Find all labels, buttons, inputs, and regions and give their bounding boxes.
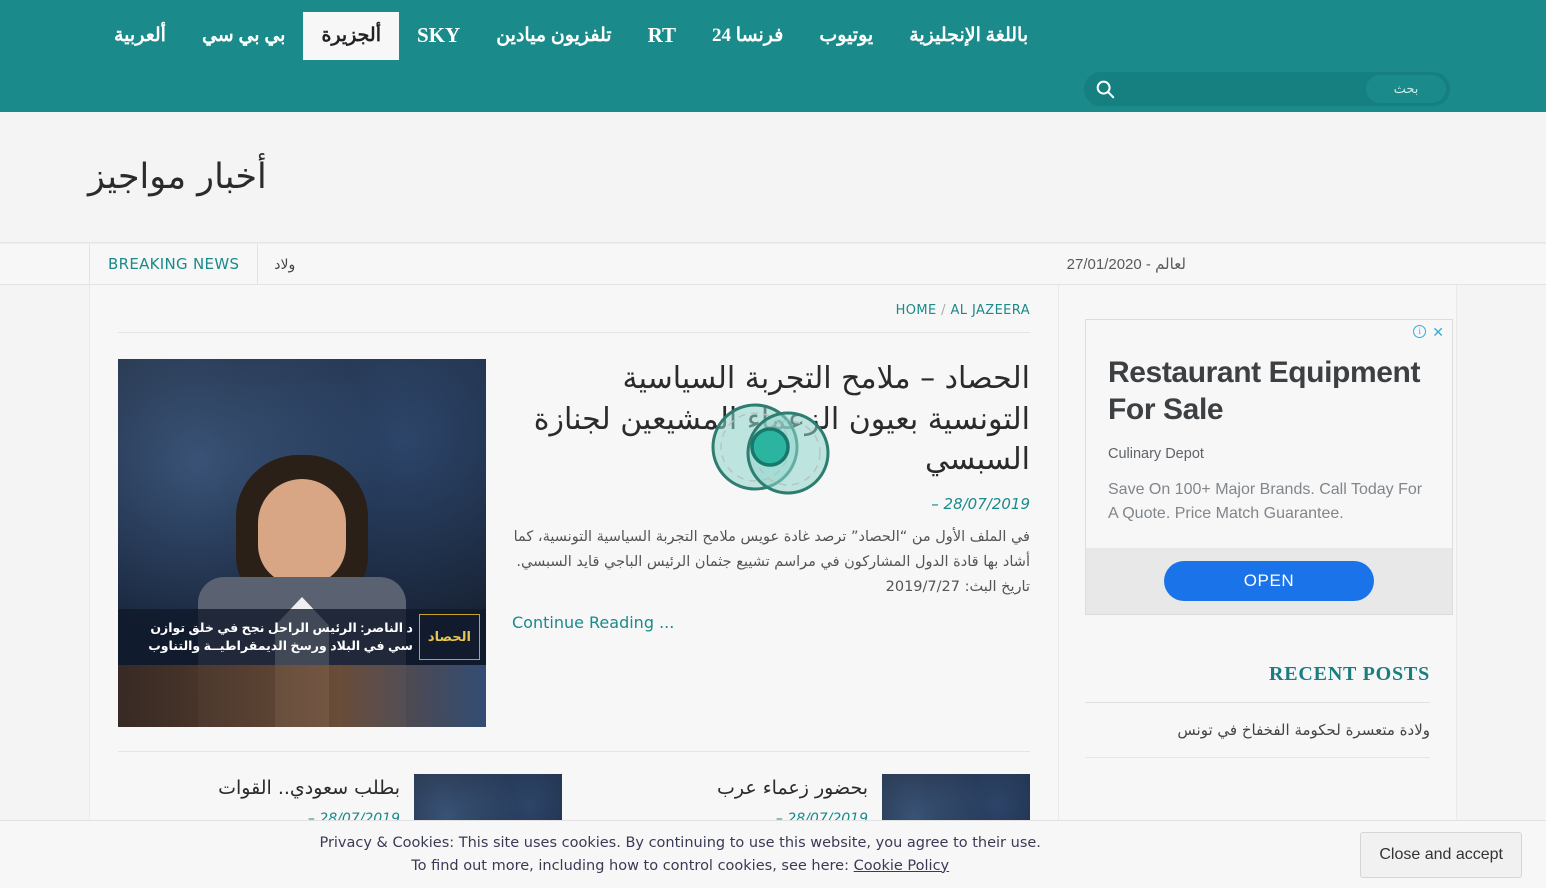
search-button[interactable]: بحث: [1366, 75, 1446, 103]
info-icon[interactable]: i: [1413, 325, 1427, 338]
sidebar-column: i ✕ Restaurant Equipment For Sale Culina…: [1058, 285, 1456, 888]
nav-item-1[interactable]: بي بي سي: [184, 12, 304, 61]
cookie-consent-bar: Privacy & Cookies: This site uses cookie…: [0, 820, 1546, 888]
breadcrumb-current[interactable]: AL JAZEERA: [951, 303, 1031, 318]
breadcrumb-separator: /: [941, 303, 946, 318]
nav-item-7[interactable]: يوتيوب: [801, 12, 891, 61]
breadcrumb-home[interactable]: HOME: [896, 303, 937, 318]
nav-item-0[interactable]: ألعربية: [96, 12, 184, 61]
top-navigation-bar: ألعربية بي بي سي ألجزيرة SKY تلفزيون ميادين R…: [0, 0, 1546, 112]
featured-article: الحصاد د الناصر: الرئيس الراحل نجح في خل…: [118, 333, 1030, 752]
nav-item-6[interactable]: فرنسا 24: [694, 12, 801, 61]
breaking-news-label: BREAKING NEWS: [90, 244, 259, 284]
nav-item-5[interactable]: RT: [630, 10, 694, 61]
thumbnail-caption-lines: د الناصر: الرئيس الراحل نجح في خلق توازن…: [148, 619, 413, 655]
breaking-left-spacer: [0, 244, 90, 284]
close-and-accept-button[interactable]: Close and accept: [1360, 831, 1522, 878]
featured-article-excerpt: في الملف الأول من “الحصاد” ترصد غادة عوي…: [513, 528, 1030, 596]
main-nav: ألعربية بي بي سي ألجزيرة SKY تلفزيون ميادين R…: [0, 0, 1546, 72]
ad-open-button[interactable]: OPEN: [1164, 561, 1374, 602]
left-rail: [0, 285, 90, 888]
featured-article-date: – 28/07/2019: [931, 494, 1030, 513]
cookie-line-1: Privacy & Cookies: This site uses cookie…: [319, 835, 1041, 852]
thumbnail-caption-bar: الحصاد د الناصر: الرئيس الراحل نجح في خل…: [118, 609, 486, 665]
nav-item-2[interactable]: ألجزيرة: [303, 11, 399, 61]
main-column: HOME / AL JAZEERA الحصاد د الناصر: الرئي…: [90, 285, 1058, 888]
ad-headline[interactable]: Restaurant Equipment For Sale: [1108, 354, 1430, 428]
ad-brand: Culinary Depot: [1108, 446, 1204, 463]
presenter-face: [258, 479, 346, 585]
recent-posts-list: ولادة متعسرة لحكومة الفخفاخ في تونس: [1085, 703, 1430, 759]
ad-controls: i ✕: [1413, 325, 1444, 339]
breaking-news-bar: BREAKING NEWS ولاد لعالم - 27/01/2020: [0, 243, 1546, 285]
featured-article-body: الحصاد – ملامح التجربة السياسية التونسية…: [512, 359, 1030, 727]
cookie-policy-link[interactable]: Cookie Policy: [854, 858, 950, 874]
cookie-message: Privacy & Cookies: This site uses cookie…: [0, 832, 1360, 877]
grid-post-title-0[interactable]: بطلب سعودي.. القوات: [118, 774, 400, 803]
advertisement-card: i ✕ Restaurant Equipment For Sale Culina…: [1085, 319, 1453, 616]
nav-item-8[interactable]: باللغة الإنجليزية: [891, 12, 1046, 61]
search-icon: [1094, 78, 1116, 100]
breaking-news-ticker[interactable]: ولاد: [258, 244, 311, 284]
site-title-bar: أخبار مواجيز: [0, 112, 1546, 243]
close-icon[interactable]: ✕: [1432, 325, 1444, 339]
cookie-line-2-prefix: To find out more, including how to contr…: [411, 857, 849, 874]
right-rail: [1456, 285, 1546, 888]
breadcrumb: HOME / AL JAZEERA: [118, 303, 1030, 333]
thumbnail-caption-line-2: سي في البلاد ورسخ الديمقراطيــة والتناوب: [148, 639, 413, 653]
recent-posts-title: RECENT POSTS: [1085, 663, 1430, 704]
thumbnail-lower-strip: [118, 665, 486, 727]
thumbnail-program-logo: الحصاد: [418, 614, 480, 660]
recent-post-item[interactable]: ولادة متعسرة لحكومة الفخفاخ في تونس: [1085, 703, 1430, 759]
featured-article-title[interactable]: الحصاد – ملامح التجربة السياسية التونسية…: [512, 359, 1030, 481]
ad-content: Restaurant Equipment For Sale Culinary D…: [1086, 320, 1452, 548]
nav-item-3[interactable]: SKY: [399, 10, 478, 61]
content-area: HOME / AL JAZEERA الحصاد د الناصر: الرئي…: [90, 285, 1456, 888]
continue-reading-link[interactable]: Continue Reading ...: [512, 613, 1030, 632]
grid-post-title-1[interactable]: بحضور زعماء عرب: [586, 774, 868, 803]
page-title[interactable]: أخبار مواجيز: [88, 157, 267, 197]
cookie-line-2: To find out more, including how to contr…: [0, 855, 1360, 877]
page-body: HOME / AL JAZEERA الحصاد د الناصر: الرئي…: [0, 285, 1546, 888]
ad-footer: OPEN: [1086, 548, 1452, 615]
thumbnail-caption-line-1: د الناصر: الرئيس الراحل نجح في خلق توازن: [150, 620, 413, 635]
ad-description: Save On 100+ Major Brands. Call Today Fo…: [1108, 481, 1423, 523]
nav-item-4[interactable]: تلفزيون ميادين: [478, 12, 629, 61]
breaking-news-date: لعالم - 27/01/2020: [1066, 256, 1186, 273]
search-box[interactable]: بحث: [1084, 72, 1450, 106]
search-input[interactable]: [1116, 74, 1366, 104]
search-area: بحث: [1084, 72, 1450, 106]
featured-article-thumbnail[interactable]: الحصاد د الناصر: الرئيس الراحل نجح في خل…: [118, 359, 486, 727]
